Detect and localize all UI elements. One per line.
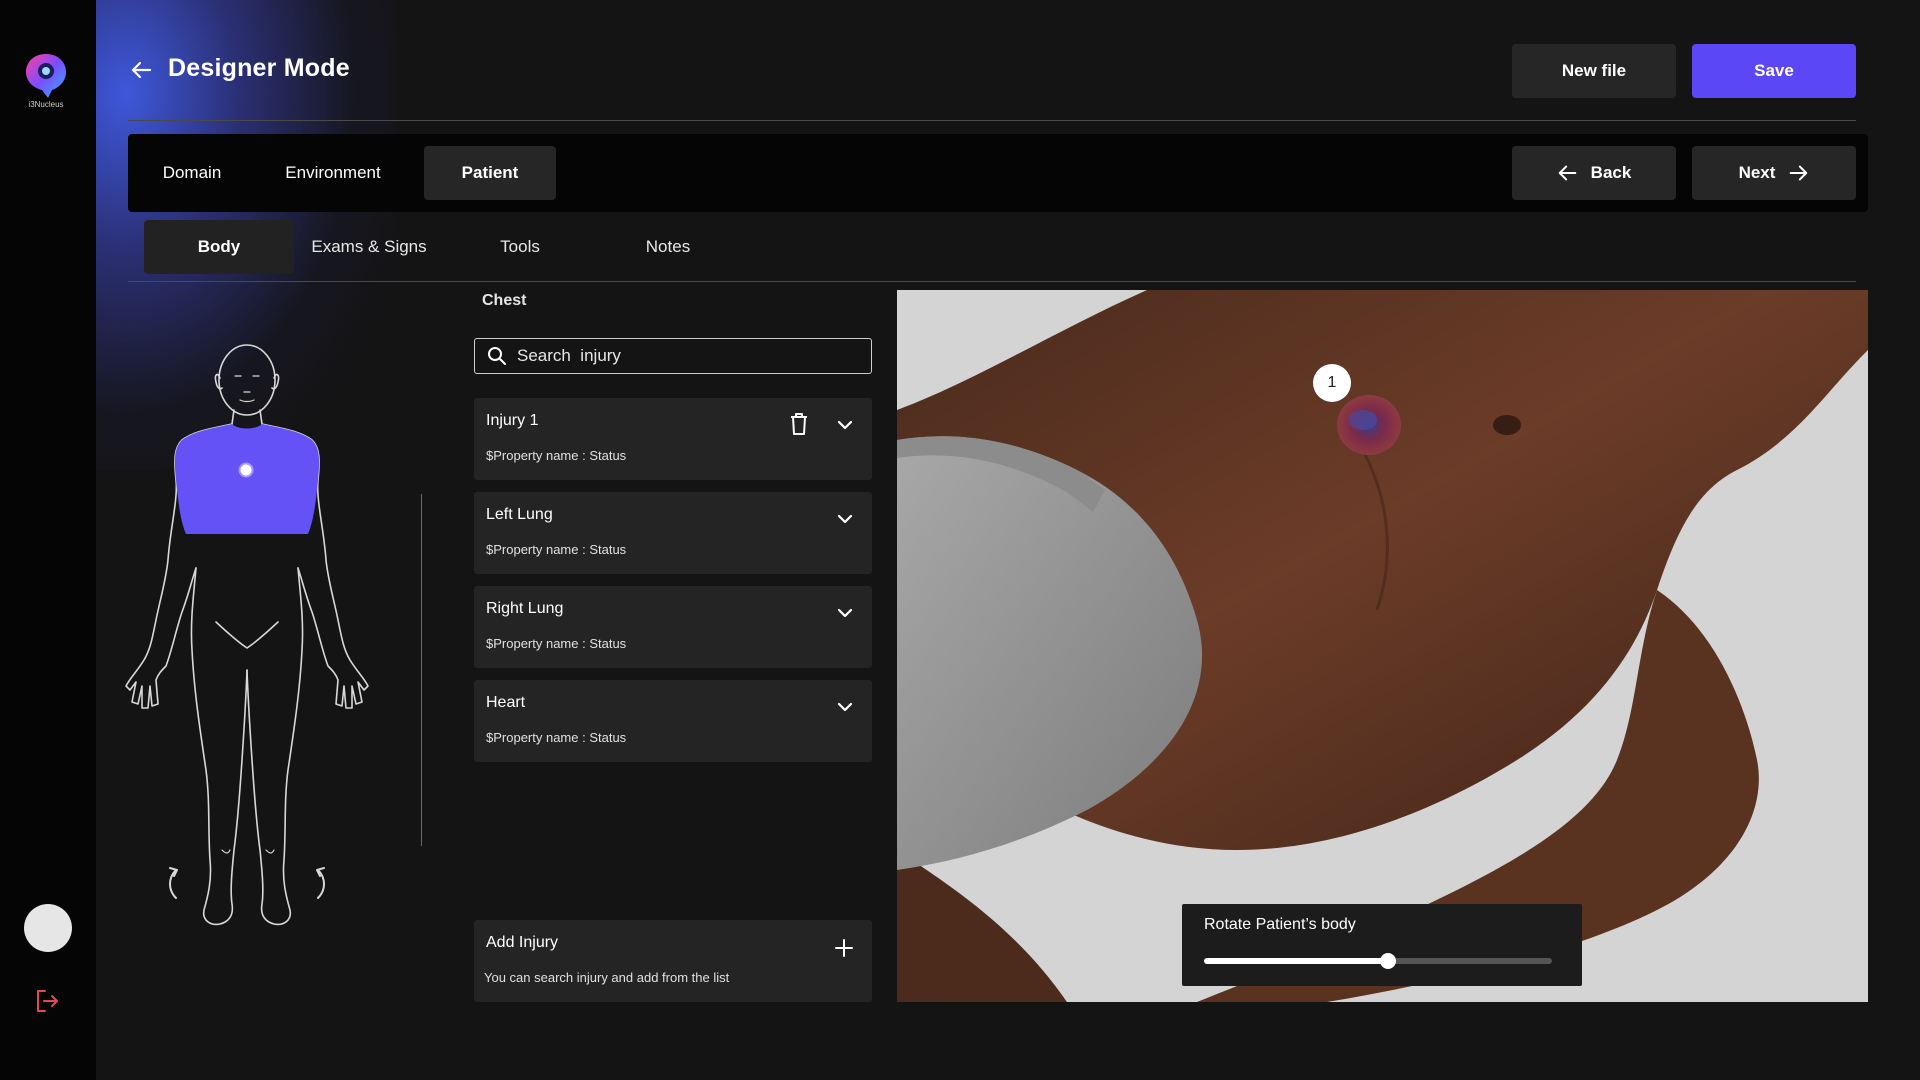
section-label-chest: Chest: [482, 292, 527, 309]
rotate-label: Rotate Patient’s body: [1204, 916, 1356, 933]
logout-icon[interactable]: [34, 988, 60, 1014]
add-injury-subtitle: You can search injury and add from the l…: [484, 970, 730, 985]
body-map[interactable]: [110, 330, 390, 940]
injury-card-subtitle: $Property name : Status: [486, 730, 627, 745]
page-title: Designer Mode: [168, 54, 350, 82]
injury-card-heart[interactable]: Heart $Property name : Status: [474, 680, 872, 762]
injury-card-subtitle: $Property name : Status: [486, 542, 627, 557]
injury-card-title: Injury 1: [486, 412, 539, 429]
rotate-slider-thumb[interactable]: [1380, 953, 1397, 969]
user-avatar[interactable]: [24, 904, 72, 952]
back-button[interactable]: Back: [1512, 146, 1676, 200]
left-rail: i3Nucleus: [0, 0, 96, 1080]
rotate-body-control: Rotate Patient’s body: [1182, 904, 1582, 986]
next-button-label: Next: [1738, 163, 1776, 182]
rotate-right-icon[interactable]: [316, 867, 325, 899]
injury-card-title: Left Lung: [486, 506, 553, 523]
chevron-down-icon[interactable]: [836, 698, 854, 716]
injury-card-right-lung[interactable]: Right Lung $Property name : Status: [474, 586, 872, 668]
save-button[interactable]: Save: [1692, 44, 1856, 98]
back-arrow-icon[interactable]: [130, 58, 154, 82]
logo-text: i3Nucleus: [28, 100, 64, 109]
injury-card-title: Heart: [486, 694, 526, 711]
injury-card-left-lung[interactable]: Left Lung $Property name : Status: [474, 492, 872, 574]
chevron-down-icon[interactable]: [836, 604, 854, 622]
new-file-button[interactable]: New file: [1512, 44, 1676, 98]
subtab-notes[interactable]: Notes: [608, 220, 728, 274]
header-divider: [128, 120, 1856, 121]
injury-card-injury-1[interactable]: Injury 1 $Property name : Status: [474, 398, 872, 480]
subtab-tools[interactable]: Tools: [460, 220, 580, 274]
injury-search-input[interactable]: [517, 346, 857, 366]
injury-card-subtitle: $Property name : Status: [486, 636, 627, 651]
subtab-body[interactable]: Body: [144, 220, 294, 274]
subtab-divider: [128, 281, 1856, 282]
patient-3d-viewport[interactable]: 1: [897, 290, 1868, 1002]
chest-region-highlight[interactable]: [174, 424, 320, 534]
injury-marker-1[interactable]: 1: [1313, 364, 1351, 402]
plus-icon[interactable]: [834, 938, 854, 958]
chevron-down-icon[interactable]: [836, 510, 854, 528]
next-button[interactable]: Next: [1692, 146, 1856, 200]
rotate-slider[interactable]: [1204, 953, 1552, 969]
chevron-down-icon[interactable]: [836, 416, 854, 434]
arrow-right-icon: [1790, 165, 1808, 181]
tab-domain[interactable]: Domain: [140, 146, 244, 200]
rotate-left-icon[interactable]: [169, 867, 178, 899]
body-panel-divider: [421, 494, 422, 846]
back-button-label: Back: [1590, 163, 1632, 182]
trash-icon[interactable]: [788, 412, 810, 436]
injury-card-title: Right Lung: [486, 600, 564, 617]
search-icon: [488, 347, 506, 365]
add-injury-title: Add Injury: [486, 934, 559, 951]
add-injury-card[interactable]: Add Injury You can search injury and add…: [474, 920, 872, 1002]
chest-point-marker[interactable]: [238, 462, 254, 478]
subtab-exams-signs[interactable]: Exams & Signs: [300, 220, 438, 274]
arrow-left-icon: [1558, 165, 1577, 181]
patient-body-render: [897, 290, 1868, 1002]
rotate-slider-fill: [1204, 958, 1389, 964]
injury-search-box[interactable]: [474, 338, 872, 374]
injury-card-subtitle: $Property name : Status: [486, 448, 627, 463]
tab-patient[interactable]: Patient: [424, 146, 556, 200]
tab-environment[interactable]: Environment: [266, 146, 400, 200]
